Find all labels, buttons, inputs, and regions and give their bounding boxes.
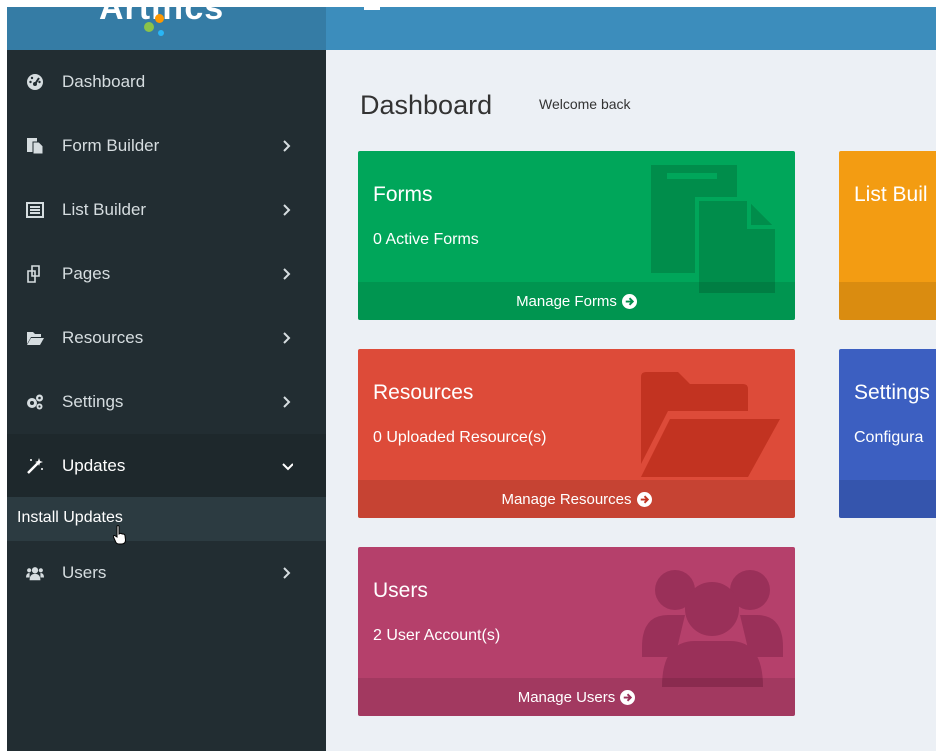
app-window: Artifics Dashboard Form Builder List Bui… (7, 7, 936, 751)
sidebar: Artifics Dashboard Form Builder List Bui… (7, 7, 326, 751)
users-icon (26, 564, 44, 582)
users-group-icon (642, 570, 783, 687)
logo[interactable]: Artifics (7, 7, 326, 50)
chevron-right-icon (283, 268, 291, 280)
sidebar-item-label: Form Builder (62, 136, 160, 155)
box-count: 2 User Account(s) (373, 627, 501, 644)
sidebar-subitem-install-updates[interactable]: Install Updates (7, 497, 326, 541)
sidebar-item-label: Resources (62, 328, 144, 347)
chevron-right-icon (283, 204, 291, 216)
sidebar-subitem-label: Install Updates (17, 509, 123, 526)
chevron-right-icon (283, 567, 291, 579)
box-count: 0 Active Forms (373, 231, 479, 248)
menu-toggle-icon[interactable] (364, 7, 380, 10)
sidebar-item-resources[interactable]: Resources (7, 306, 326, 370)
hand-cursor-icon (113, 525, 127, 545)
sidebar-item-list-builder[interactable]: List Builder (7, 178, 326, 242)
sidebar-item-label: Updates (62, 456, 126, 475)
sidebar-item-settings[interactable]: Settings (7, 370, 326, 434)
users-box: Users 2 User Account(s) Manage Users (358, 547, 795, 716)
sidebar-item-label: Settings (62, 392, 124, 411)
logo-dot-green (144, 22, 154, 32)
main-content: Dashboard Welcome back Forms 0 Active Fo… (326, 50, 936, 751)
list-builder-icon (26, 201, 44, 219)
logo-dot-orange (155, 14, 164, 23)
manage-lists-link[interactable] (839, 282, 936, 320)
sidebar-item-updates[interactable]: Updates (7, 434, 326, 498)
box-title: Resources (373, 381, 474, 404)
box-title: Forms (373, 183, 433, 206)
sidebar-item-label: Pages (62, 264, 111, 283)
arrow-circle-right-icon (636, 491, 652, 507)
sidebar-item-pages[interactable]: Pages (7, 242, 326, 306)
sidebar-item-form-builder[interactable]: Form Builder (7, 114, 326, 178)
top-navbar (326, 7, 936, 50)
box-title: Settings (854, 381, 930, 404)
form-builder-icon (26, 137, 44, 155)
sidebar-item-label: Users (62, 563, 107, 582)
sidebar-item-dashboard[interactable]: Dashboard (7, 50, 326, 114)
forms-box: Forms 0 Active Forms Manage Forms (358, 151, 795, 320)
box-count: 0 Uploaded Resource(s) (373, 429, 547, 446)
manage-forms-link[interactable]: Manage Forms (358, 282, 795, 320)
manage-settings-link[interactable] (839, 480, 936, 518)
logo-dot-blue (158, 30, 164, 36)
arrow-circle-right-icon (620, 689, 636, 705)
sidebar-item-label: List Builder (62, 200, 147, 219)
footer-label: Manage Users (517, 688, 616, 706)
arrow-circle-right-icon (621, 293, 637, 309)
folder-open-icon (641, 372, 780, 477)
folder-open-icon (26, 329, 44, 347)
page-subtitle: Welcome back (539, 96, 631, 112)
manage-users-link[interactable]: Manage Users (358, 678, 795, 716)
gears-icon (26, 393, 44, 411)
pages-icon (26, 265, 44, 283)
chevron-down-icon (282, 463, 293, 471)
chevron-right-icon (283, 140, 291, 152)
chevron-right-icon (283, 332, 291, 344)
box-title: Users (373, 579, 428, 602)
sidebar-item-users[interactable]: Users (7, 541, 326, 605)
footer-label: Manage Forms (516, 292, 617, 310)
manage-resources-link[interactable]: Manage Resources (358, 480, 795, 518)
page-title: Dashboard (360, 90, 493, 120)
chevron-right-icon (283, 396, 291, 408)
footer-label: Manage Resources (501, 490, 632, 508)
box-title: List Buil (854, 183, 928, 206)
list-builder-box: List Buil (839, 151, 936, 320)
dashboard-icon (26, 73, 44, 91)
settings-box: Settings Configura (839, 349, 936, 518)
forms-file-icon (651, 165, 779, 297)
resources-box: Resources 0 Uploaded Resource(s) Manage … (358, 349, 795, 518)
magic-wand-icon (26, 457, 44, 475)
box-count: Configura (854, 429, 924, 446)
sidebar-item-label: Dashboard (62, 72, 146, 91)
